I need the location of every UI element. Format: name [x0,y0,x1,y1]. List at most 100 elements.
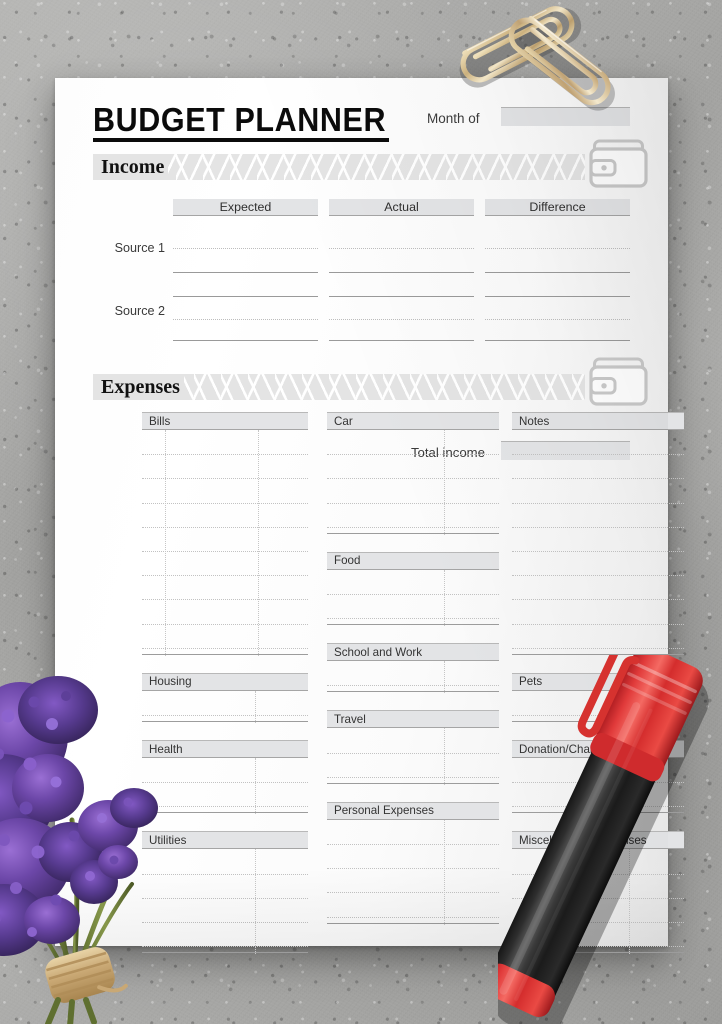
expense-category-label: Pets [512,672,684,691]
page-header: BUDGET PLANNER Month of [93,102,630,142]
expense-entry-line[interactable] [142,478,308,480]
expense-category-housing: Housing [142,672,308,723]
expense-entry-line[interactable] [142,873,308,875]
expense-entry-line[interactable] [142,575,308,577]
title-underline [93,138,389,142]
expense-entry-line[interactable] [327,892,499,894]
expense-entry-line[interactable] [512,946,684,948]
expense-entry-line[interactable] [512,478,684,480]
expense-entry-line[interactable] [512,782,684,784]
expense-entry-line[interactable] [512,502,684,504]
chevron-pattern-right [149,154,585,180]
expense-category-body [512,849,684,955]
expense-entry-line[interactable] [327,454,499,456]
expense-entry-line[interactable] [512,599,684,601]
income-col-actual: Actual [329,199,474,216]
expense-category-body [512,430,684,655]
expense-category-label: Bills [142,412,308,430]
expense-entry-line[interactable] [142,897,308,899]
expense-category-health: Health [142,740,308,815]
expense-entry-line[interactable] [327,502,499,504]
income-section-banner: Income [93,154,585,180]
expense-entry-line[interactable] [512,647,684,649]
month-of-field[interactable] [501,107,630,126]
expense-amount-divider [254,690,256,723]
expense-entry-line[interactable] [327,526,499,528]
expense-entry-line[interactable] [512,454,684,456]
expense-category-miscellaneous-expenses: Miscellaneous Expenses [512,831,684,955]
expense-category-label: Notes [512,412,684,430]
expense-entry-line[interactable] [142,782,308,784]
expense-entry-line[interactable] [327,618,499,620]
expense-amount-divider [254,849,256,955]
expense-entry-line[interactable] [512,873,684,875]
expense-entry-line[interactable] [142,454,308,456]
expense-category-body [512,690,684,723]
income-cell-actual-2[interactable] [329,319,474,320]
income-rule [173,340,318,341]
expense-entry-line[interactable] [327,752,499,754]
expense-amount-divider [443,819,445,925]
income-col-difference: Difference [485,199,630,216]
page-title: BUDGET PLANNER [93,102,387,139]
expense-entry-line[interactable] [327,776,499,778]
income-row-label-source-2: Source 2 [114,304,165,318]
expense-entry-line[interactable] [512,714,684,716]
expense-amount-divider [443,569,445,627]
expense-category-body [327,728,499,785]
expense-entry-line[interactable] [327,916,499,918]
income-section-label: Income [101,154,169,180]
expense-amount-divider [254,758,256,815]
income-cell-actual-1[interactable] [329,248,474,249]
chevron-pattern-left [167,374,585,400]
expense-entry-line[interactable] [142,623,308,625]
income-cell-expected-1[interactable] [173,248,318,249]
expense-category-baseline [142,812,308,814]
expense-category-baseline [327,624,499,626]
expense-entry-line[interactable] [512,551,684,552]
desk-scene: BUDGET PLANNER Month of Income Expected … [0,0,722,1024]
expense-entry-line[interactable] [512,575,684,577]
expense-entry-line[interactable] [512,526,684,528]
expense-entry-line[interactable] [142,647,308,649]
income-col-expected: Expected [173,199,318,216]
expense-amount-divider [628,849,630,955]
expense-entry-line[interactable] [512,623,684,625]
expense-amount-divider [258,430,260,656]
expense-entry-line[interactable] [142,806,308,808]
expense-entry-line[interactable] [142,946,308,948]
income-column-headers: Expected Actual Difference [173,199,630,216]
expense-entry-line[interactable] [142,551,308,552]
expense-entry-line[interactable] [327,868,499,870]
expense-category-body [327,569,499,627]
expense-category-donation-charity: Donation/Charity [512,740,684,815]
expense-category-label: Miscellaneous Expenses [512,831,684,850]
income-cell-difference-1[interactable] [485,248,630,249]
expense-category-baseline [142,952,308,954]
month-of-label: Month of [427,111,480,126]
expense-entry-line[interactable] [142,714,308,716]
expense-entry-line[interactable] [327,685,499,687]
expense-entry-line[interactable] [142,502,308,504]
expense-category-label: Health [142,740,308,758]
expense-entry-line[interactable] [142,921,308,923]
expense-entry-line[interactable] [142,599,308,601]
expense-category-baseline [512,812,684,814]
expense-entry-line[interactable] [142,526,308,528]
expense-entry-line[interactable] [512,921,684,923]
expense-category-label: School and Work [327,643,499,662]
expense-category-baseline [327,922,499,924]
expense-category-bills: Bills [142,412,308,656]
expense-category-body [142,849,308,955]
expense-entry-line[interactable] [512,897,684,899]
expense-entry-line[interactable] [327,593,499,595]
expense-category-body [327,819,499,925]
wallet-icon [588,356,650,408]
expense-entry-line[interactable] [512,806,684,808]
expense-category-label: Personal Expenses [327,801,499,820]
income-cell-expected-2[interactable] [173,319,318,320]
expense-entry-line[interactable] [327,843,499,845]
expense-entry-line[interactable] [327,478,499,480]
expense-category-food: Food [327,551,499,627]
income-cell-difference-2[interactable] [485,319,630,320]
